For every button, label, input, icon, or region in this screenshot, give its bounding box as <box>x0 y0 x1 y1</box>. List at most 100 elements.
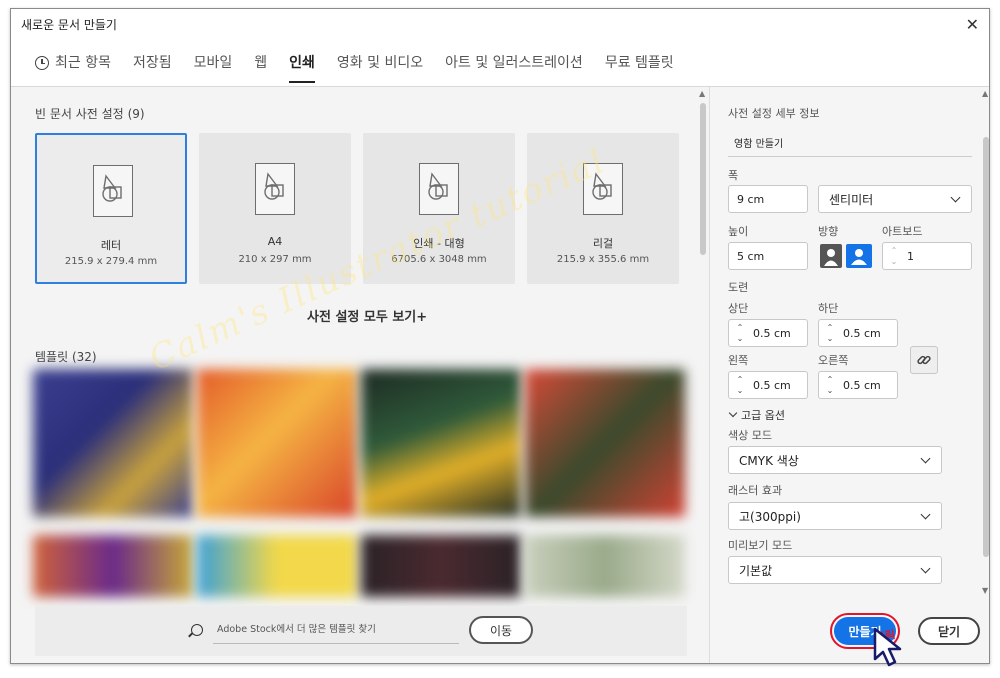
bleed-right-stepper[interactable]: ⌃ ⌄ 0.5 cm <box>818 371 898 399</box>
template-thumbnail[interactable] <box>361 535 521 597</box>
tab-art-illustration[interactable]: 아트 및 일러스트레이션 <box>445 39 583 87</box>
bleed-left-value: 0.5 cm <box>753 378 791 392</box>
scroll-up-icon[interactable]: ▲ <box>982 89 988 98</box>
bleed-label: 도련 <box>728 281 749 294</box>
template-thumbnail[interactable] <box>361 369 521 517</box>
blank-presets-count: (9) <box>127 107 145 121</box>
bleed-left-stepper[interactable]: ⌃ ⌄ 0.5 cm <box>728 371 808 399</box>
raster-effects-label: 래스터 효과 <box>728 484 783 497</box>
preview-mode-value: 기본값 <box>739 563 773 578</box>
stepper-arrows-icon[interactable]: ⌃ ⌄ <box>824 322 836 344</box>
document-preset-icon <box>255 163 295 215</box>
preview-mode-select[interactable]: 기본값 <box>728 556 942 584</box>
tab-film-video[interactable]: 영화 및 비디오 <box>337 39 423 87</box>
chevron-down-icon <box>920 509 931 520</box>
details-scrollbar[interactable]: ▲ ▼ <box>980 87 989 597</box>
mouse-cursor-icon <box>873 627 902 667</box>
preset-card-a4[interactable]: A4 210 x 297 mm <box>199 133 351 284</box>
color-mode-value: CMYK 색상 <box>739 453 799 468</box>
preset-name: 인쇄 - 대형 <box>413 237 465 250</box>
close-button[interactable]: 닫기 <box>918 617 980 645</box>
bleed-top-stepper[interactable]: ⌃ ⌄ 0.5 cm <box>728 319 808 347</box>
link-bleed-button[interactable] <box>910 346 938 374</box>
go-button[interactable]: 이동 <box>469 616 533 644</box>
chevron-down-icon <box>920 453 931 464</box>
width-input[interactable]: 9 cm <box>728 185 808 213</box>
template-thumbnail[interactable] <box>525 535 685 597</box>
preset-size: 6705.6 x 3048 mm <box>391 254 487 265</box>
blank-presets-title: 빈 문서 사전 설정 <box>35 107 124 121</box>
new-document-dialog: 새로운 문서 만들기 ✕ 최근 항목 저장됨 모바일 웹 인쇄 영화 및 비디오… <box>10 8 990 664</box>
close-icon[interactable]: ✕ <box>966 15 979 34</box>
artboard-stepper[interactable]: ⌃ ⌄ 1 <box>882 242 972 270</box>
stepper-arrows-icon[interactable]: ⌃ ⌄ <box>734 374 746 396</box>
preset-size: 210 x 297 mm <box>238 254 312 265</box>
clock-icon <box>35 55 49 70</box>
left-label: 왼쪽 <box>728 354 749 367</box>
tab-mobile[interactable]: 모바일 <box>194 39 233 87</box>
preset-card-legal[interactable]: 리걸 215.9 x 355.6 mm <box>527 133 679 284</box>
dialog-title: 새로운 문서 만들기 <box>21 17 117 32</box>
raster-effects-value: 고(300ppi) <box>739 509 801 524</box>
height-label: 높이 <box>728 225 749 238</box>
tab-recent[interactable]: 최근 항목 <box>35 39 111 87</box>
tab-saved[interactable]: 저장됨 <box>133 39 172 87</box>
search-icon <box>191 624 203 636</box>
raster-effects-select[interactable]: 고(300ppi) <box>728 502 942 530</box>
scroll-down-icon[interactable]: ▼ <box>982 586 988 595</box>
advanced-options-toggle[interactable]: 고급 옵션 <box>728 407 785 423</box>
right-label: 오른쪽 <box>818 354 849 367</box>
template-thumbnail[interactable] <box>33 535 193 597</box>
templates-heading: 템플릿 (32) <box>35 348 97 365</box>
document-name-field[interactable]: 영함 만들기 <box>728 125 972 157</box>
preset-card-print-large[interactable]: 인쇄 - 대형 6705.6 x 3048 mm <box>363 133 515 284</box>
scrollbar-thumb[interactable] <box>700 103 706 255</box>
template-thumbnail[interactable] <box>525 369 685 517</box>
scrollbar-thumb[interactable] <box>983 137 989 557</box>
scroll-up-icon[interactable]: ▲ <box>699 89 705 98</box>
stepper-arrows-icon[interactable]: ⌃ ⌄ <box>888 245 900 267</box>
orientation-label: 방향 <box>818 225 839 238</box>
details-heading: 사전 설정 세부 정보 <box>728 107 820 120</box>
template-thumbnail[interactable] <box>197 369 357 517</box>
preset-size: 215.9 x 355.6 mm <box>556 254 650 265</box>
unit-select[interactable]: 센티미터 <box>818 185 972 213</box>
color-mode-select[interactable]: CMYK 색상 <box>728 446 942 474</box>
template-thumbnail[interactable] <box>33 369 193 517</box>
preset-name: 레터 <box>100 239 122 252</box>
stepper-arrows-icon[interactable]: ⌃ ⌄ <box>734 322 746 344</box>
preset-name: A4 <box>267 235 283 248</box>
bleed-right-value: 0.5 cm <box>843 378 881 392</box>
top-label: 상단 <box>728 302 749 315</box>
templates-title: 템플릿 <box>35 350 69 364</box>
see-all-presets-link[interactable]: 사전 설정 모두 보기+ <box>307 306 427 325</box>
templates-count: (32) <box>71 350 97 364</box>
document-preset-icon <box>419 163 459 215</box>
tab-free-templates[interactable]: 무료 템플릿 <box>605 39 674 87</box>
category-tabs: 최근 항목 저장됨 모바일 웹 인쇄 영화 및 비디오 아트 및 일러스트레이션… <box>11 39 989 87</box>
height-input[interactable]: 5 cm <box>728 242 808 270</box>
chevron-down-icon <box>920 563 931 574</box>
stepper-arrows-icon[interactable]: ⌃ ⌄ <box>824 374 836 396</box>
landscape-orientation-icon[interactable] <box>846 244 872 268</box>
stock-search-bar: 이동 <box>35 606 687 656</box>
bleed-bottom-stepper[interactable]: ⌃ ⌄ 0.5 cm <box>818 319 898 347</box>
artboard-value: 1 <box>907 249 914 263</box>
bottom-label: 하단 <box>818 302 839 315</box>
preset-card-letter[interactable]: 레터 215.9 x 279.4 mm <box>35 133 187 284</box>
template-thumbnail[interactable] <box>197 535 357 597</box>
unit-value: 센티미터 <box>829 192 874 207</box>
tab-print[interactable]: 인쇄 <box>289 39 315 87</box>
color-mode-label: 색상 모드 <box>728 429 772 442</box>
presets-scrollbar[interactable]: ▲ <box>697 87 709 663</box>
chevron-down-icon <box>728 408 738 418</box>
preset-size: 215.9 x 279.4 mm <box>64 256 158 267</box>
presets-panel: 빈 문서 사전 설정 (9) 레터 215.9 x 279.4 mm A4 21… <box>11 87 709 663</box>
tab-web[interactable]: 웹 <box>254 39 267 87</box>
bleed-bottom-value: 0.5 cm <box>843 326 881 340</box>
document-preset-icon <box>583 163 623 215</box>
artboard-label: 아트보드 <box>882 225 923 238</box>
portrait-orientation-icon[interactable] <box>820 244 842 268</box>
width-label: 폭 <box>728 169 739 182</box>
stock-search-input[interactable] <box>213 616 459 644</box>
